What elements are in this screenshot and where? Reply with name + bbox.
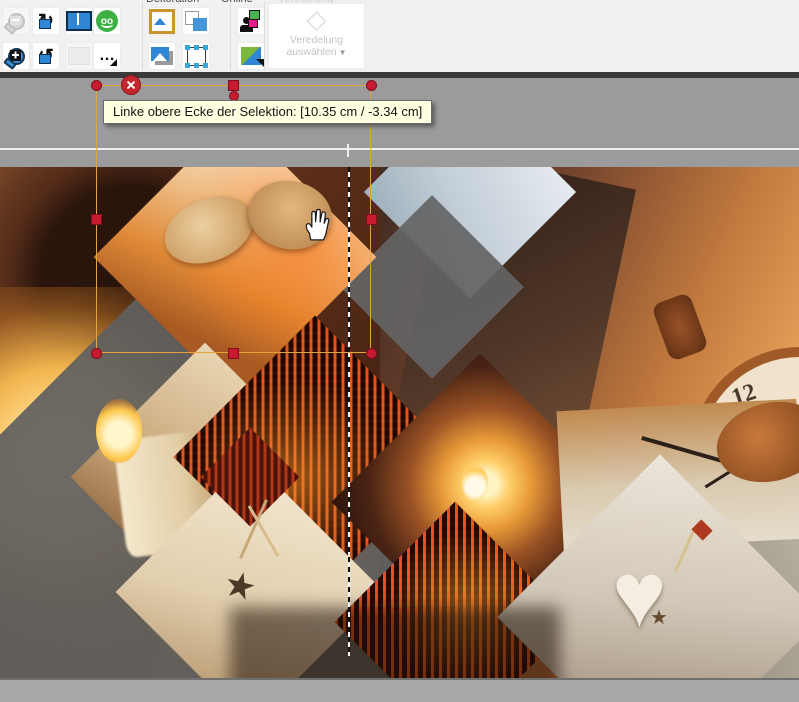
bottom-scroll-area [0,678,799,702]
selection-border-button[interactable] [182,42,210,70]
smiley-fix-button[interactable]: oo [93,7,121,35]
diamond-icon: ◇ [269,4,364,34]
overlapping-shapes-icon [185,11,207,31]
veredelung-label-line2: auswählen▼ [269,46,364,58]
toolbar-divider [264,2,265,70]
selection-frame-icon [187,47,206,66]
group-label-online: Online [221,0,253,5]
rotate-left-button[interactable]: ↺ [32,42,60,70]
frame-button[interactable] [148,7,176,35]
tealight-flame [462,465,488,501]
zoom-out-button [2,7,30,35]
candle-flame [96,399,142,463]
online-service-button[interactable] [237,42,265,70]
selection-handle-top[interactable] [228,80,239,91]
dropdown-arrow-icon: ▼ [339,48,347,57]
image-disabled-icon [68,47,90,65]
zoom-in-icon [8,48,25,65]
hand-cursor [302,206,330,247]
toolbar-divider [230,2,231,70]
selection-handle-left[interactable] [91,214,102,225]
coordinate-tooltip: Linke obere Ecke der Selektion: [10.35 c… [103,100,432,124]
selection-handle-bottom-right[interactable] [366,348,377,359]
compare-images-icon [66,11,92,31]
toolbar-divider [142,2,143,70]
selection-handle-top-right[interactable] [366,80,377,91]
selection-handle-bottom-left[interactable] [91,348,102,359]
veredelung-label-line1: Veredelung [269,34,364,46]
rotate-right-button[interactable]: ↻ [32,7,60,35]
person-photos-icon [240,10,262,32]
photo-editor-window: Dekoration Online Veredelung ↻ oo ↺ … [0,0,799,702]
zoom-in-button[interactable] [2,42,30,70]
image-tool-button-disabled [65,42,93,70]
compare-images-button[interactable] [65,7,93,35]
selection-handle-top-left[interactable] [91,80,102,91]
image-shadow-button[interactable] [148,42,176,70]
heart-star-cutout: ★ [650,605,668,630]
picture-frame-icon [149,9,175,34]
image-shadow-icon [151,47,173,65]
group-label-dekoration: Dekoration [146,0,199,5]
selection-handle-right[interactable] [366,214,377,225]
landscape-flag-icon [241,47,261,65]
zoom-out-icon [8,13,25,30]
smiley-glasses-icon: oo [96,10,118,32]
overlay-copy-button[interactable] [182,7,210,35]
veredelung-auswaehlen-button: ◇ Veredelung auswählen▼ [268,3,365,69]
share-photo-button[interactable] [237,7,265,35]
collage-shadow [230,607,560,678]
more-options-button[interactable]: … [93,42,121,70]
selection-delete-button[interactable] [121,75,141,95]
ribbon-toolbar: Dekoration Online Veredelung ↻ oo ↺ … [0,0,799,72]
selection-handle-bottom[interactable] [228,348,239,359]
